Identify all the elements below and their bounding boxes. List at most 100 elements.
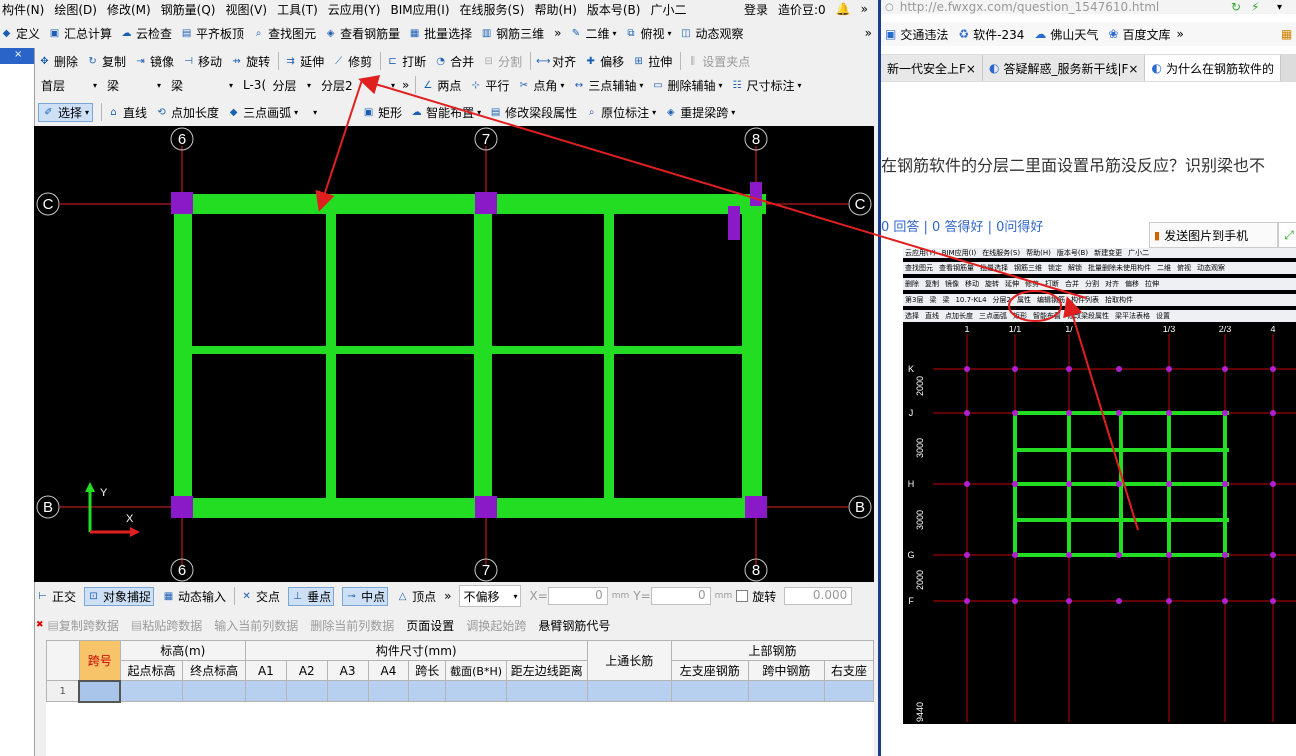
cell[interactable]: [445, 680, 507, 702]
axis-tool-button-3[interactable]: ↔ 三点辅轴 ▾: [572, 77, 644, 94]
table-row[interactable]: 1: [46, 679, 874, 703]
edit-button-3[interactable]: ⊣ 移动: [182, 53, 222, 70]
cell[interactable]: [505, 680, 588, 702]
intersection-snap[interactable]: ✕ 交点: [240, 588, 280, 605]
login-link[interactable]: 登录: [744, 1, 768, 18]
edit-button-10[interactable]: ⟷ 对齐: [536, 53, 576, 70]
dropdown-arrow-icon[interactable]: ▾: [718, 81, 722, 90]
browser-tab-1[interactable]: ◐ 答疑解惑_服务新干线|F×: [982, 55, 1146, 81]
draw-button-4[interactable]: ▣ 矩形: [362, 104, 402, 121]
dropdown-arrow-icon[interactable]: ▾: [85, 108, 89, 117]
cell[interactable]: [285, 680, 328, 702]
span-tool-4[interactable]: 页面设置: [406, 617, 454, 634]
menu-item-0[interactable]: 构件(N): [2, 1, 44, 18]
bookmark-0[interactable]: ▣ 交通违法: [885, 26, 948, 43]
toolbar-overflow-right-icon[interactable]: »: [865, 26, 872, 40]
span-tool-1[interactable]: 粘贴跨数据: [142, 617, 202, 634]
overflow-chevron-icon[interactable]: »: [861, 2, 868, 16]
drawing-canvas[interactable]: 6 7 8 6 7 8 C B C B Y X: [34, 126, 874, 582]
canvas-svg[interactable]: 6 7 8 6 7 8 C B C B Y X: [34, 126, 874, 582]
menu-item-11[interactable]: 广小二: [650, 1, 686, 18]
menu-item-7[interactable]: BIM应用(I): [390, 1, 449, 18]
draw-button-5[interactable]: ☁ 智能布置 ▾: [410, 104, 482, 121]
dropdown-arrow-icon[interactable]: ▾: [668, 29, 672, 38]
edit-button-1[interactable]: ↻ 复制: [86, 53, 126, 70]
dropdown-arrow-icon[interactable]: ▾: [731, 108, 735, 117]
ortho-toggle[interactable]: ⊢ 正交: [36, 588, 76, 605]
axis-tool-button-0[interactable]: ∠ 两点: [421, 77, 461, 94]
object-snap-toggle[interactable]: ⊡ 对象捕捉: [84, 586, 155, 606]
axis-tool-button-5[interactable]: ☷ 尺寸标注 ▾: [730, 77, 801, 94]
toolbar1-button-7[interactable]: ▥ 钢筋三维: [480, 25, 544, 42]
toolbar-overflow-icon[interactable]: »: [554, 26, 561, 40]
dropdown-arrow-icon[interactable]: ▾: [477, 108, 481, 117]
menu-item-10[interactable]: 版本号(B): [587, 1, 641, 18]
vertex-snap[interactable]: △ 顶点: [396, 588, 436, 605]
menu-item-1[interactable]: 绘图(D): [54, 1, 97, 18]
axis-tool-button-2[interactable]: ✂ 点角 ▾: [517, 77, 565, 94]
toolbar1-button-0[interactable]: ◆ 定义: [0, 25, 40, 42]
dropdown-arrow-icon[interactable]: ▾: [612, 29, 616, 38]
cell[interactable]: [326, 680, 369, 702]
axis-tool-button-1[interactable]: ⊹ 平行: [469, 77, 510, 94]
cell[interactable]: [367, 680, 410, 702]
dropdown-arrow-icon[interactable]: ▾: [639, 81, 643, 90]
dropdown-arrow-icon[interactable]: ▾: [560, 81, 564, 90]
edit-button-2[interactable]: ⇥ 镜像: [134, 53, 174, 70]
bookmark-3[interactable]: ❀ 百度文库: [1108, 26, 1170, 43]
toolbar1-button-6[interactable]: ▦ 批量选择: [408, 25, 472, 42]
edit-button-9[interactable]: ⊟ 分割: [482, 53, 522, 70]
cell[interactable]: [671, 680, 749, 702]
edit-button-6[interactable]: ⟋ 修剪: [332, 53, 372, 70]
bookmark-1[interactable]: ♻ 软件-234: [958, 26, 1024, 43]
rotate-input[interactable]: 0.000: [784, 587, 853, 605]
y-input[interactable]: 0: [650, 587, 711, 605]
menu-item-3[interactable]: 钢筋量(Q): [161, 1, 216, 18]
edit-button-8[interactable]: ◔ 合并: [434, 53, 474, 70]
span-tool-2[interactable]: 输入当前列数据: [214, 617, 298, 634]
offset-mode-select[interactable]: 不偏移 ▾: [459, 585, 522, 607]
dynamic-input-toggle[interactable]: ▦ 动态输入: [162, 588, 226, 605]
question-screenshot[interactable]: 云应用(Y) BIM应用(I) 在线服务(S) 帮助(H) 版本号(B) 新建变更 广小二 …: [903, 248, 1296, 724]
cell[interactable]: [824, 680, 874, 702]
cell[interactable]: [119, 680, 184, 702]
dropdown-arrow-icon[interactable]: ▾: [797, 81, 801, 90]
view-button-2[interactable]: ◫ 动态观察: [680, 25, 743, 42]
edit-button-0[interactable]: ✥ 删除: [38, 53, 78, 70]
left-panel-close-icon[interactable]: ×: [14, 49, 22, 60]
menu-item-4[interactable]: 视图(V): [225, 1, 267, 18]
menu-item-6[interactable]: 云应用(Y): [328, 1, 381, 18]
span-tool-6[interactable]: 悬臂钢筋代号: [538, 617, 610, 634]
midpoint-snap[interactable]: ⊸ 中点: [342, 586, 389, 606]
draw-button-8[interactable]: ◈ 重提梁跨 ▾: [664, 104, 735, 121]
toolbar3-overflow-icon[interactable]: »: [402, 78, 409, 92]
menu-item-2[interactable]: 修改(M): [107, 1, 151, 18]
toolbar1-button-5[interactable]: ◈ 查看钢筋量: [324, 25, 400, 42]
cell[interactable]: [182, 680, 246, 702]
draw-button-1[interactable]: ⌂ 直线: [107, 104, 147, 121]
bookmarks-overflow-icon[interactable]: »: [1176, 27, 1183, 41]
cell[interactable]: [408, 680, 447, 702]
layer-select[interactable]: 分层2 ▾: [318, 75, 398, 95]
refresh-icon[interactable]: ↻: [1231, 0, 1241, 14]
draw-button-2[interactable]: ⟲ 点加长度: [155, 104, 219, 121]
cell[interactable]: [747, 680, 826, 702]
span-tool-5[interactable]: 调换起始跨: [466, 617, 526, 634]
menu-item-8[interactable]: 在线服务(S): [460, 1, 525, 18]
expand-icon[interactable]: ⤢: [1277, 222, 1296, 248]
member-select[interactable]: L-3(分层 ▾: [240, 75, 314, 95]
draw-button-6[interactable]: ▤ 修改梁段属性: [489, 104, 577, 121]
menu-item-5[interactable]: 工具(T): [277, 1, 318, 18]
edit-button-7[interactable]: ⊏ 打断: [386, 53, 426, 70]
view-button-0[interactable]: ✎ 二维 ▾: [569, 25, 617, 42]
toolbar1-button-1[interactable]: ▣ 汇总计算: [48, 25, 112, 42]
rotate-checkbox[interactable]: [736, 590, 749, 602]
send-to-phone-button[interactable]: ▮ 发送图片到手机: [1149, 222, 1279, 248]
category-select[interactable]: 梁 ▾: [104, 75, 164, 95]
x-input[interactable]: 0: [547, 587, 608, 605]
toolbar1-button-3[interactable]: ▤ 平齐板顶: [180, 25, 244, 42]
apps-grid-icon[interactable]: ▦: [1281, 27, 1292, 41]
statusbar-overflow-icon[interactable]: »: [444, 589, 451, 603]
span-toolbar-close-icon[interactable]: ✖: [36, 620, 44, 630]
floor-select[interactable]: 首层 ▾: [38, 75, 100, 95]
